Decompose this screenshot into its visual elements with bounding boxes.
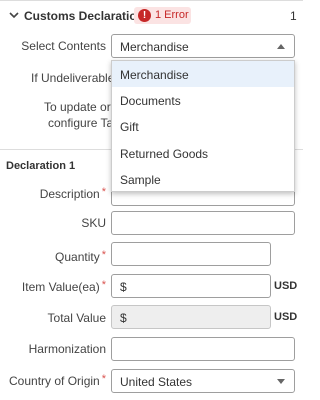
- required-mark: *: [101, 186, 106, 198]
- caret-down-icon: [277, 379, 285, 384]
- option-sample[interactable]: Sample: [112, 166, 294, 192]
- if-undeliverable-label: If Undeliverable: [31, 71, 115, 85]
- total-value-unit: USD: [274, 311, 298, 323]
- error-badge: ! 1 Error: [134, 7, 191, 24]
- option-merchandise[interactable]: Merchandise: [112, 61, 294, 87]
- harmonization-input[interactable]: [111, 337, 295, 361]
- quantity-label-text: Quantity: [55, 250, 100, 264]
- top-border: [0, 0, 303, 1]
- quantity-input[interactable]: [111, 242, 271, 266]
- description-label-text: Description: [39, 187, 100, 201]
- total-value-input: $: [111, 305, 271, 329]
- required-mark: *: [101, 249, 106, 261]
- select-contents-dropdown[interactable]: Merchandise: [111, 34, 295, 58]
- option-label: Gift: [120, 120, 139, 134]
- chevron-down-icon[interactable]: [8, 9, 20, 21]
- error-icon: !: [138, 9, 151, 22]
- harmonization-label: Harmonization: [28, 342, 106, 356]
- sku-input[interactable]: [111, 211, 295, 235]
- country-of-origin-label-text: Country of Origin: [9, 374, 100, 388]
- required-mark: *: [101, 279, 106, 291]
- item-value-prefix: $: [120, 280, 127, 294]
- tax-note-line2: configure Tax: [48, 116, 120, 130]
- item-value-unit: USD: [274, 280, 298, 292]
- error-badge-label: 1 Error: [155, 9, 189, 21]
- customs-declarations-header[interactable]: Customs Declarations ! 1 Error 1: [0, 4, 303, 28]
- caret-up-icon: [277, 44, 285, 49]
- option-returned-goods[interactable]: Returned Goods: [112, 140, 294, 166]
- item-value-label-text: Item Value(ea): [21, 280, 100, 294]
- select-contents-value: Merchandise: [120, 40, 189, 54]
- option-label: Returned Goods: [120, 147, 209, 161]
- country-of-origin-value: United States: [120, 375, 193, 389]
- country-of-origin-label: Country of Origin *: [9, 373, 106, 388]
- option-label: Sample: [120, 173, 161, 187]
- section-title: Customs Declarations: [24, 9, 151, 23]
- item-value-input[interactable]: $: [111, 274, 271, 298]
- required-mark: *: [101, 373, 106, 385]
- sku-label: SKU: [81, 216, 106, 230]
- country-of-origin-select[interactable]: United States: [111, 369, 295, 393]
- quantity-label: Quantity *: [55, 249, 106, 264]
- total-value-prefix: $: [120, 311, 127, 325]
- item-value-label: Item Value(ea) *: [21, 279, 106, 294]
- option-gift[interactable]: Gift: [112, 113, 294, 139]
- description-label: Description *: [39, 186, 106, 201]
- declaration-count: 1: [290, 9, 297, 23]
- option-documents[interactable]: Documents: [112, 87, 294, 113]
- option-label: Merchandise: [120, 68, 189, 82]
- select-contents-label: Select Contents: [21, 39, 106, 53]
- select-contents-options: Merchandise Documents Gift Returned Good…: [111, 60, 295, 192]
- declaration-title: Declaration 1: [6, 160, 76, 172]
- total-value-label: Total Value: [47, 311, 106, 325]
- option-label: Documents: [120, 94, 181, 108]
